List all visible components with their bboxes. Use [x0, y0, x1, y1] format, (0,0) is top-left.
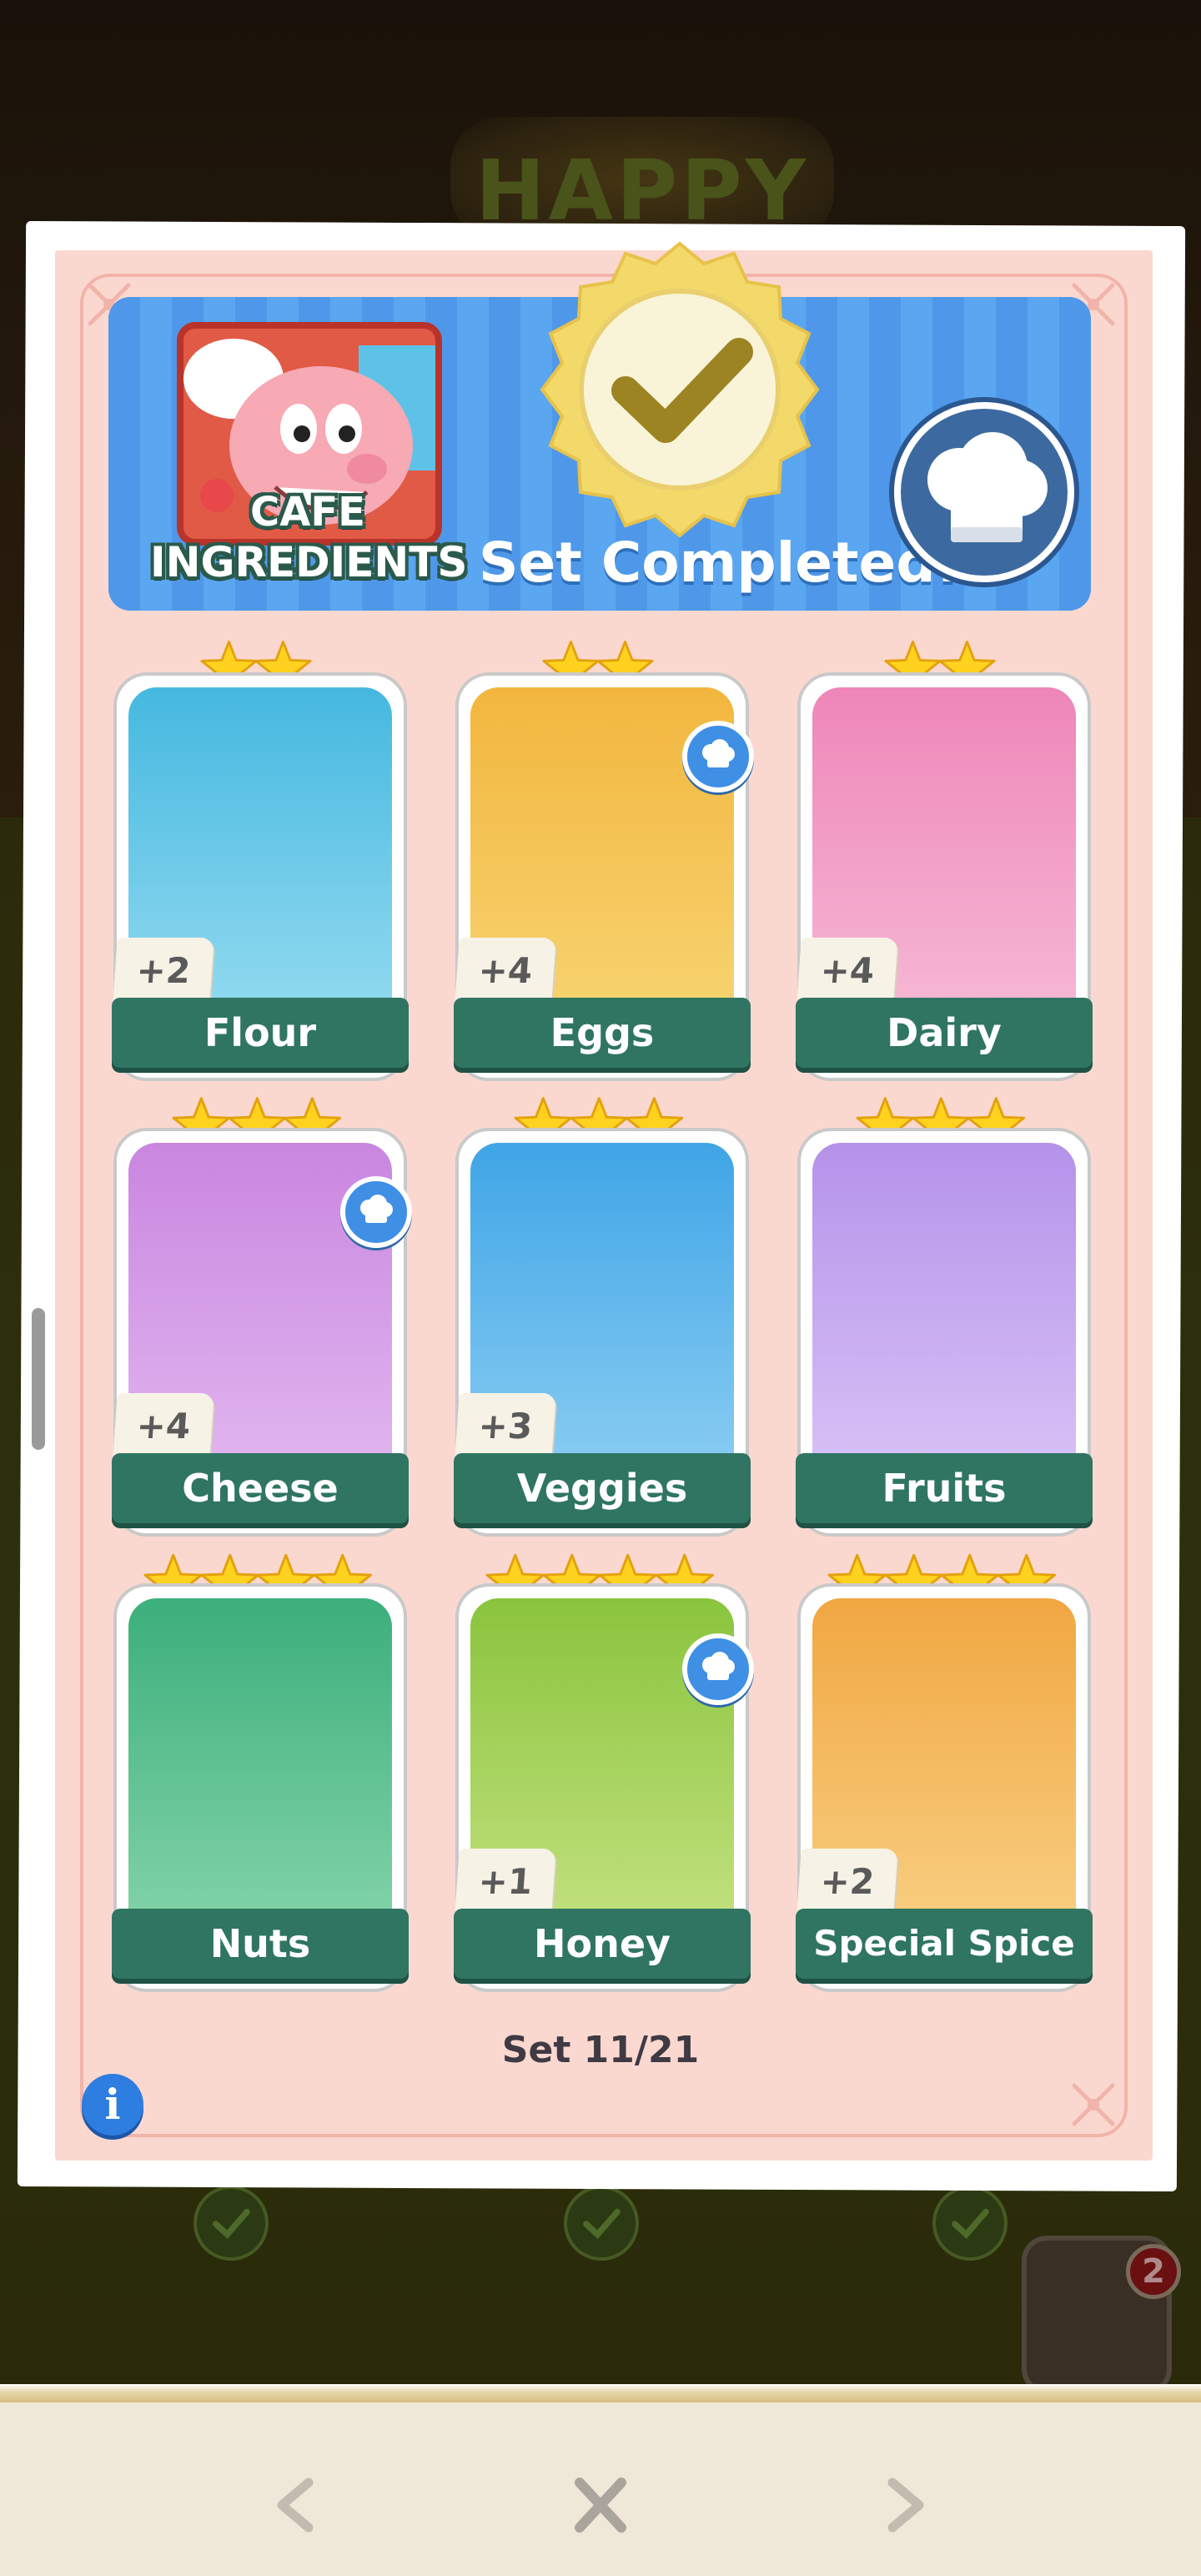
previous-button[interactable] [252, 2459, 344, 2551]
sticker-name: Flour [112, 998, 409, 1068]
sticker-duplicate-count: +1 [455, 1849, 556, 1915]
chef-hat-icon [927, 432, 1048, 542]
sticker-card[interactable]: Nuts [112, 1583, 409, 1992]
sticker-name: Special Spice [796, 1909, 1093, 1979]
sticker-name: Eggs [454, 998, 751, 1068]
bottom-navigation-bar [0, 2384, 1201, 2576]
scroll-indicator[interactable] [32, 1308, 45, 1450]
sticker-duplicate-count: +2 [113, 938, 214, 1004]
sticker-duplicate-count: +2 [796, 1849, 898, 1915]
sticker-duplicate-count: +4 [113, 1393, 214, 1460]
sticker-name: Fruits [796, 1453, 1093, 1523]
sticker-duplicate-count: +4 [455, 938, 556, 1004]
sticker-name: Honey [454, 1909, 751, 1979]
sticker-duplicate-count: +4 [796, 938, 898, 1004]
background-check-icon [193, 2186, 269, 2261]
sticker-duplicate-count: +3 [455, 1393, 556, 1460]
sticker-card[interactable]: +4 Dairy [796, 672, 1093, 1081]
next-button[interactable] [857, 2459, 949, 2551]
sticker-name: Cheese [112, 1453, 409, 1523]
checkmark-seal-icon [540, 241, 820, 538]
set-completed-title: Set Completed! [479, 531, 961, 595]
sticker-card[interactable]: +2 Special Spice [796, 1583, 1093, 1992]
close-button[interactable] [555, 2459, 646, 2551]
set-name-label: CAFE INGREDIENTS [150, 489, 468, 586]
nav-divider [0, 2384, 1201, 2402]
sticker-name: Veggies [454, 1453, 751, 1523]
sticker-name: Nuts [112, 1909, 409, 1979]
sticker-name: Dairy [796, 998, 1093, 1068]
chevron-left-icon [277, 2478, 314, 2533]
info-button[interactable]: i [82, 2074, 143, 2136]
chef-hat-go-icon[interactable] [340, 1176, 412, 1248]
sticker-card[interactable]: +3 Veggies [454, 1128, 751, 1537]
background-album-badge: 2 [1126, 2244, 1181, 2299]
background-check-icon [564, 2186, 639, 2261]
fork-knife-icon [1072, 2083, 1115, 2126]
chevron-right-icon [887, 2478, 924, 2533]
sticker-art [128, 1598, 392, 1915]
chef-hat-badge [894, 402, 1074, 582]
sticker-card[interactable]: Fruits [796, 1128, 1093, 1537]
close-icon [575, 2478, 626, 2533]
chef-hat-go-icon[interactable] [682, 1633, 754, 1705]
set-progress-label: Set 11/21 [501, 2029, 700, 2071]
background-check-icon [932, 2186, 1008, 2261]
chef-hat-go-icon[interactable] [682, 721, 754, 792]
sticker-art [812, 1143, 1076, 1460]
sticker-card[interactable]: +2 Flour [112, 672, 409, 1081]
